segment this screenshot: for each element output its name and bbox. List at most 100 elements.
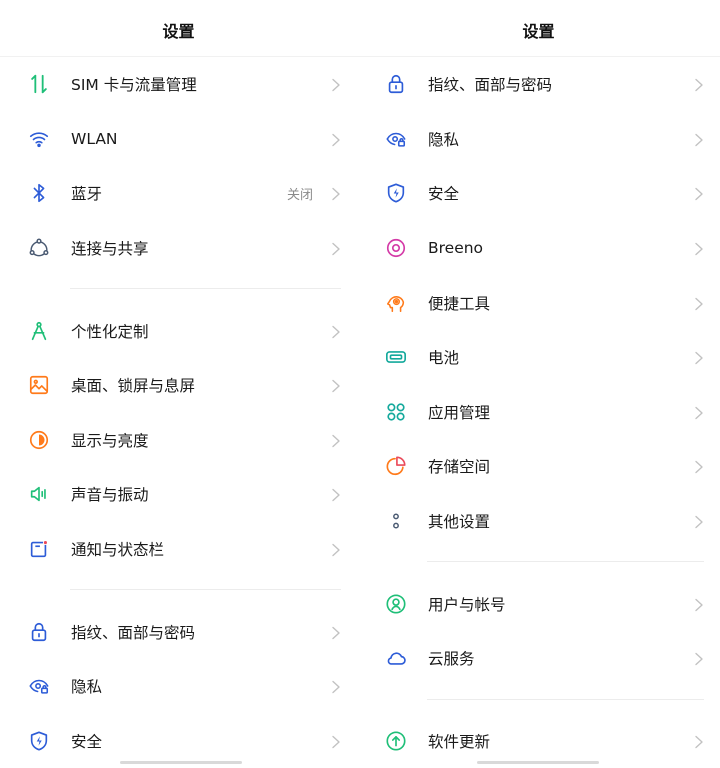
settings-row-value: 关闭	[286, 187, 313, 203]
chevron-right-icon	[331, 378, 343, 393]
chevron-right-icon	[331, 324, 343, 338]
chevron-right-icon	[694, 132, 706, 147]
settings-row-sound-vibration[interactable]: 声音与振动	[0, 467, 357, 522]
chevron-right-icon	[331, 132, 343, 147]
settings-row-personalization[interactable]: 个性化定制	[0, 303, 357, 358]
chevron-right-icon	[331, 186, 343, 201]
settings-screens: 设置 SIM 卡与流量管理 WLAN 蓝牙 关闭连接与共享个性化定制桌面、锁屏与息屏显…	[0, 0, 720, 765]
wallpaper-icon	[27, 373, 51, 397]
settings-row-notification-bar[interactable]: 通知与状态栏	[0, 522, 357, 577]
personalization-icon	[27, 319, 51, 343]
settings-row-label: 指纹、面部与密码	[71, 623, 196, 642]
settings-row-security-shield[interactable]: 安全	[357, 166, 720, 221]
settings-row-label: WLAN	[71, 129, 118, 148]
section-divider	[0, 275, 357, 303]
security-shield-icon	[27, 729, 51, 753]
settings-row-battery[interactable]: 电池	[357, 330, 720, 385]
settings-row-label: 安全	[428, 185, 460, 204]
settings-row-label: 安全	[71, 732, 103, 751]
settings-row-app-management[interactable]: 应用管理	[357, 385, 720, 440]
settings-row-brightness[interactable]: 显示与亮度	[0, 413, 357, 468]
user-account-icon	[384, 592, 408, 616]
software-update-icon	[384, 729, 408, 753]
cloud-icon	[384, 646, 408, 670]
settings-row-label: 存储空间	[428, 458, 491, 477]
chevron-right-icon	[694, 597, 706, 611]
settings-row-wallpaper[interactable]: 桌面、锁屏与息屏	[0, 358, 357, 413]
chevron-right-icon	[331, 241, 343, 256]
settings-row-smart-tools[interactable]: 便捷工具	[357, 275, 720, 330]
settings-row-label: Breeno	[428, 239, 484, 258]
settings-row-label: 隐私	[428, 130, 460, 149]
settings-row-software-update[interactable]: 软件更新	[357, 714, 720, 768]
settings-row-label: 蓝牙	[71, 185, 103, 204]
bluetooth-icon	[27, 181, 51, 205]
settings-row-label: 通知与状态栏	[71, 541, 165, 560]
settings-row-label: 其他设置	[428, 513, 491, 532]
settings-row-label: 隐私	[71, 678, 103, 697]
chevron-right-icon	[694, 514, 706, 529]
settings-row-lock[interactable]: 指纹、面部与密码	[357, 57, 720, 112]
chevron-right-icon	[694, 651, 706, 666]
settings-row-label: 显示与亮度	[71, 431, 149, 450]
page-title: 设置	[0, 0, 357, 57]
section-divider	[0, 576, 357, 604]
settings-row-bluetooth[interactable]: 蓝牙 关闭	[0, 166, 357, 221]
settings-row-label: 个性化定制	[71, 322, 149, 341]
connection-share-icon	[27, 236, 51, 260]
notification-bar-icon	[27, 537, 51, 561]
settings-row-label: 电池	[428, 349, 460, 368]
section-divider	[357, 686, 720, 714]
home-indicator[interactable]	[477, 761, 599, 764]
settings-row-connection-share[interactable]: 连接与共享	[0, 221, 357, 276]
app-management-icon	[384, 400, 408, 424]
settings-row-wifi[interactable]: WLAN	[0, 112, 357, 167]
settings-row-label: 云服务	[428, 650, 475, 669]
chevron-right-icon	[694, 77, 706, 92]
settings-row-label: 声音与振动	[71, 486, 149, 505]
settings-row-storage[interactable]: 存储空间	[357, 439, 720, 494]
lock-icon	[27, 620, 51, 644]
settings-list: SIM 卡与流量管理 WLAN 蓝牙 关闭连接与共享个性化定制桌面、锁屏与息屏 显示与亮…	[0, 57, 357, 768]
settings-row-security-shield[interactable]: 安全	[0, 714, 357, 768]
settings-row-lock[interactable]: 指纹、面部与密码	[0, 604, 357, 659]
security-shield-icon	[384, 181, 408, 205]
settings-row-sim-card-traffic[interactable]: SIM 卡与流量管理	[0, 57, 357, 112]
settings-row-label: 便捷工具	[428, 294, 491, 313]
settings-row-breeno[interactable]: Breeno	[357, 221, 720, 276]
breeno-icon	[384, 236, 408, 260]
chevron-right-icon	[694, 186, 706, 201]
chevron-right-icon	[694, 296, 706, 310]
settings-row-privacy-eye[interactable]: 隐私	[357, 112, 720, 167]
sound-vibration-icon	[27, 482, 51, 506]
chevron-right-icon	[331, 625, 343, 639]
settings-row-cloud[interactable]: 云服务	[357, 631, 720, 686]
storage-icon	[384, 454, 408, 478]
chevron-right-icon	[331, 542, 343, 557]
chevron-right-icon	[331, 679, 343, 694]
settings-row-label: 桌面、锁屏与息屏	[71, 377, 196, 396]
settings-row-label: 软件更新	[428, 732, 491, 751]
chevron-right-icon	[694, 734, 706, 749]
settings-list: 指纹、面部与密码 隐私安全 Breeno 便捷工具电池应用管理存储空间其他设置用户与帐…	[357, 57, 720, 768]
chevron-right-icon	[694, 350, 706, 365]
settings-row-privacy-eye[interactable]: 隐私	[0, 659, 357, 714]
chevron-right-icon	[331, 433, 343, 448]
home-indicator[interactable]	[120, 761, 242, 764]
settings-row-user-account[interactable]: 用户与帐号	[357, 576, 720, 631]
settings-row-label: 用户与帐号	[428, 595, 506, 614]
section-divider	[357, 548, 720, 576]
sim-card-traffic-icon	[27, 72, 51, 96]
wifi-icon	[27, 127, 51, 151]
chevron-right-icon	[331, 487, 343, 502]
page-title: 设置	[357, 0, 720, 57]
settings-row-label: 指纹、面部与密码	[428, 76, 553, 95]
chevron-right-icon	[331, 734, 343, 749]
chevron-right-icon	[694, 241, 706, 256]
chevron-right-icon	[331, 77, 343, 92]
settings-row-more-settings[interactable]: 其他设置	[357, 494, 720, 549]
more-settings-icon	[384, 509, 408, 533]
settings-panel-left: 设置 SIM 卡与流量管理 WLAN 蓝牙 关闭连接与共享个性化定制桌面、锁屏与息屏显…	[0, 0, 357, 765]
chevron-right-icon	[694, 405, 706, 420]
privacy-eye-icon	[384, 127, 408, 151]
